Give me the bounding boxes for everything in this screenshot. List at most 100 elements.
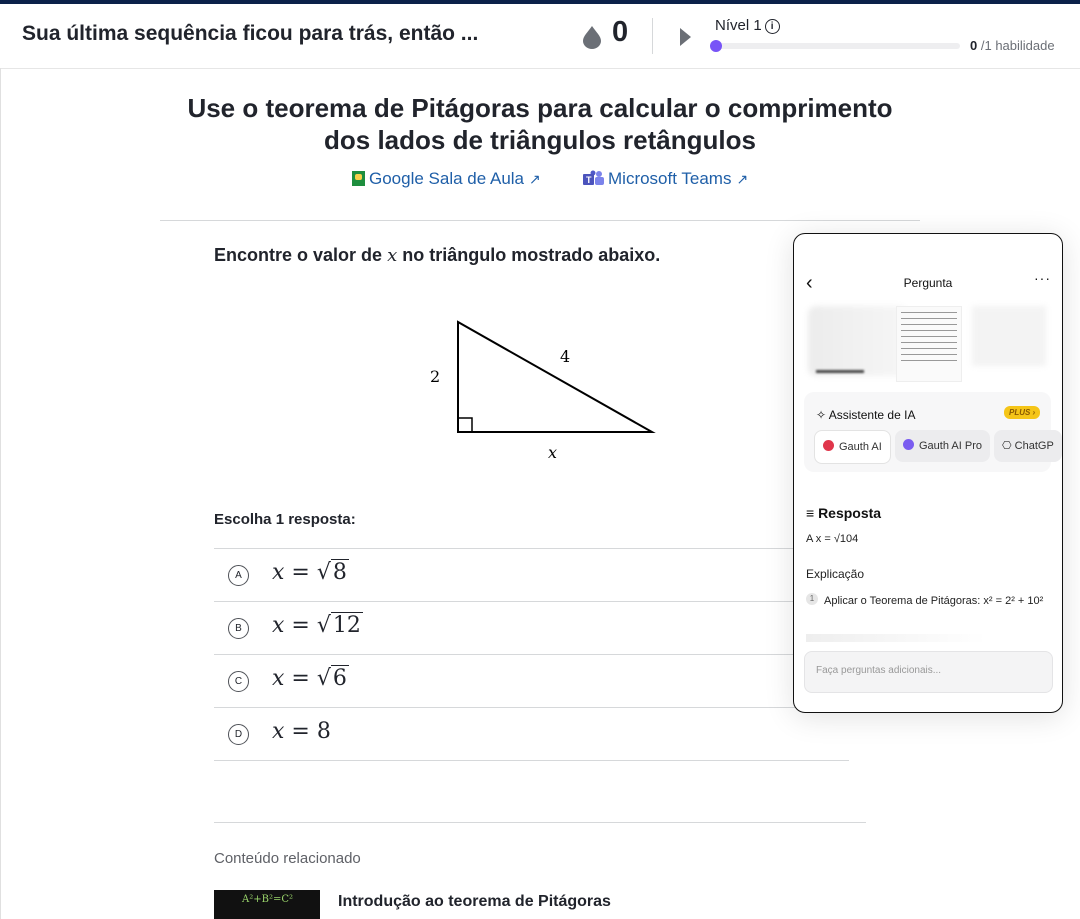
explanation-heading: Explicação (806, 567, 865, 581)
thumbnail-formula-art: A²+B²=C² (242, 894, 294, 905)
related-video-title[interactable]: Introdução ao teorema de Pitágoras (338, 893, 611, 911)
skills-done: 0 (970, 38, 978, 53)
gauth-logo-icon (823, 440, 834, 451)
choice-eq: = (291, 613, 310, 638)
external-link-icon: ↗ (529, 171, 541, 187)
side-left-label: 2 (430, 367, 440, 386)
header-divider (652, 18, 653, 54)
chatgpt-logo-icon: ⎔ (1002, 440, 1012, 452)
chip-gauth-ai-pro[interactable]: Gauth AI Pro (895, 430, 990, 462)
level-progress-marker (710, 40, 722, 52)
google-classroom-link[interactable]: Google Sala de Aula ↗ (352, 169, 541, 189)
chip-chatgpt[interactable]: ⎔ ChatGP (994, 430, 1062, 462)
hypotenuse-label: 4 (560, 347, 570, 366)
choice-value: 8 (316, 719, 331, 744)
follow-up-input[interactable]: Faça perguntas adicionais... (804, 651, 1053, 693)
related-heading: Conteúdo relacionado (214, 850, 361, 867)
answer-text: A x = √104 (806, 533, 859, 545)
svg-text:T: T (586, 175, 592, 185)
skills-total: /1 habilidade (980, 38, 1055, 53)
faded-text-line (806, 634, 986, 642)
top-bar: Sua última sequência ficou para trás, en… (0, 4, 1080, 69)
prompt-variable: x (387, 245, 398, 266)
more-options-icon[interactable]: ··· (1034, 270, 1051, 286)
prompt-before: Encontre o valor de (214, 245, 383, 265)
level-label: Nível 1i (715, 17, 780, 34)
skills-count: 0 /1 habilidade (970, 38, 1055, 53)
choice-var: x (272, 560, 285, 585)
sqrt-symbol: √8 (316, 559, 349, 585)
content-left-border (0, 68, 1, 919)
google-classroom-label: Google Sala de Aula (369, 169, 525, 188)
chip-label: ChatGP (1014, 440, 1054, 452)
choice-b[interactable]: B x = √12 (214, 601, 849, 654)
choice-c[interactable]: C x = √6 (214, 654, 849, 707)
blurred-region (972, 306, 1046, 366)
response-heading: ≡ Resposta (806, 505, 881, 521)
overlay-title: Pergunta (903, 276, 953, 290)
choice-math: x = √6 (272, 665, 349, 691)
level-text: Nível 1 (715, 17, 762, 34)
microsoft-teams-label: Microsoft Teams (608, 169, 732, 188)
choose-label: Escolha 1 resposta: (214, 511, 356, 528)
choice-var: x (272, 719, 285, 744)
choice-letter: D (228, 724, 249, 745)
streak-message: Sua última sequência ficou para trás, en… (22, 22, 479, 45)
choice-letter: C (228, 671, 249, 692)
blurred-region (816, 370, 864, 373)
question-prompt: Encontre o valor de x no triângulo mostr… (214, 245, 660, 266)
choice-d[interactable]: D x = 8 (214, 707, 849, 761)
share-links: Google Sala de Aula ↗ T Microsoft Teams ↗ (350, 169, 770, 193)
chip-label: Gauth AI (839, 441, 882, 453)
external-link-icon: ↗ (736, 171, 749, 187)
gauth-pro-logo-icon (903, 439, 914, 450)
ai-assistant-label: Assistente de IA (828, 408, 916, 422)
response-label: Resposta (818, 505, 882, 521)
microsoft-teams-link[interactable]: T Microsoft Teams ↗ (583, 169, 748, 189)
choice-eq: = (291, 666, 310, 691)
choice-var: x (272, 666, 285, 691)
choice-var: x (272, 613, 285, 638)
right-triangle-figure: 2 4 x (430, 320, 656, 462)
choice-radicand: 8 (330, 559, 349, 585)
sqrt-symbol: √6 (316, 665, 349, 691)
page-title: Use o teorema de Pitágoras para calcular… (187, 93, 893, 155)
info-icon[interactable]: i (764, 19, 780, 34)
video-thumbnail[interactable]: A²+B²=C² (214, 890, 320, 919)
choice-math: x = √8 (272, 559, 349, 585)
choice-letter: A (228, 565, 249, 586)
title-divider (160, 220, 920, 221)
choice-math: x = √12 (272, 612, 363, 638)
chip-gauth-ai[interactable]: Gauth AI (814, 430, 891, 464)
ai-assistant-title: ✧ Assistente de IA (816, 408, 915, 422)
sqrt-symbol: √12 (316, 612, 363, 638)
ai-assistant-card: ✧ Assistente de IA PLUS › Gauth AI Gauth… (804, 392, 1062, 472)
level-progress-bar (710, 40, 960, 52)
side-bottom-label: x (548, 443, 557, 462)
sparkle-icon: ✧ (816, 408, 827, 422)
choice-eq: = (291, 719, 310, 744)
right-angle-marker (457, 417, 473, 433)
choice-math: x = 8 (272, 719, 331, 744)
section-divider (214, 822, 866, 823)
play-icon[interactable] (680, 28, 691, 46)
prompt-after: no triângulo mostrado abaixo. (402, 245, 661, 265)
chip-label: Gauth AI Pro (919, 440, 982, 452)
answer-choices: A x = √8 B x = √12 C x = √6 D x = 8 (214, 548, 849, 761)
question-screenshot-thumbnail[interactable] (808, 304, 1046, 382)
captured-question-image (896, 306, 962, 382)
microsoft-teams-icon: T (583, 170, 604, 185)
choice-eq: = (291, 560, 310, 585)
plus-badge[interactable]: PLUS › (1004, 406, 1041, 419)
choice-a[interactable]: A x = √8 (214, 548, 849, 601)
follow-up-placeholder: Faça perguntas adicionais... (816, 665, 942, 676)
triangle-shape (457, 320, 656, 433)
streak-count: 0 (612, 16, 629, 48)
choice-radicand: 12 (330, 612, 363, 638)
blurred-region (808, 306, 908, 376)
google-classroom-icon (352, 171, 365, 186)
assistant-overlay-panel: ‹ Pergunta ··· ✧ Assistente de IA PLUS ›… (793, 233, 1063, 713)
choice-radicand: 6 (330, 665, 349, 691)
choice-letter: B (228, 618, 249, 639)
step-text: Aplicar o Teorema de Pitágoras: x² = 2² … (824, 595, 1044, 607)
